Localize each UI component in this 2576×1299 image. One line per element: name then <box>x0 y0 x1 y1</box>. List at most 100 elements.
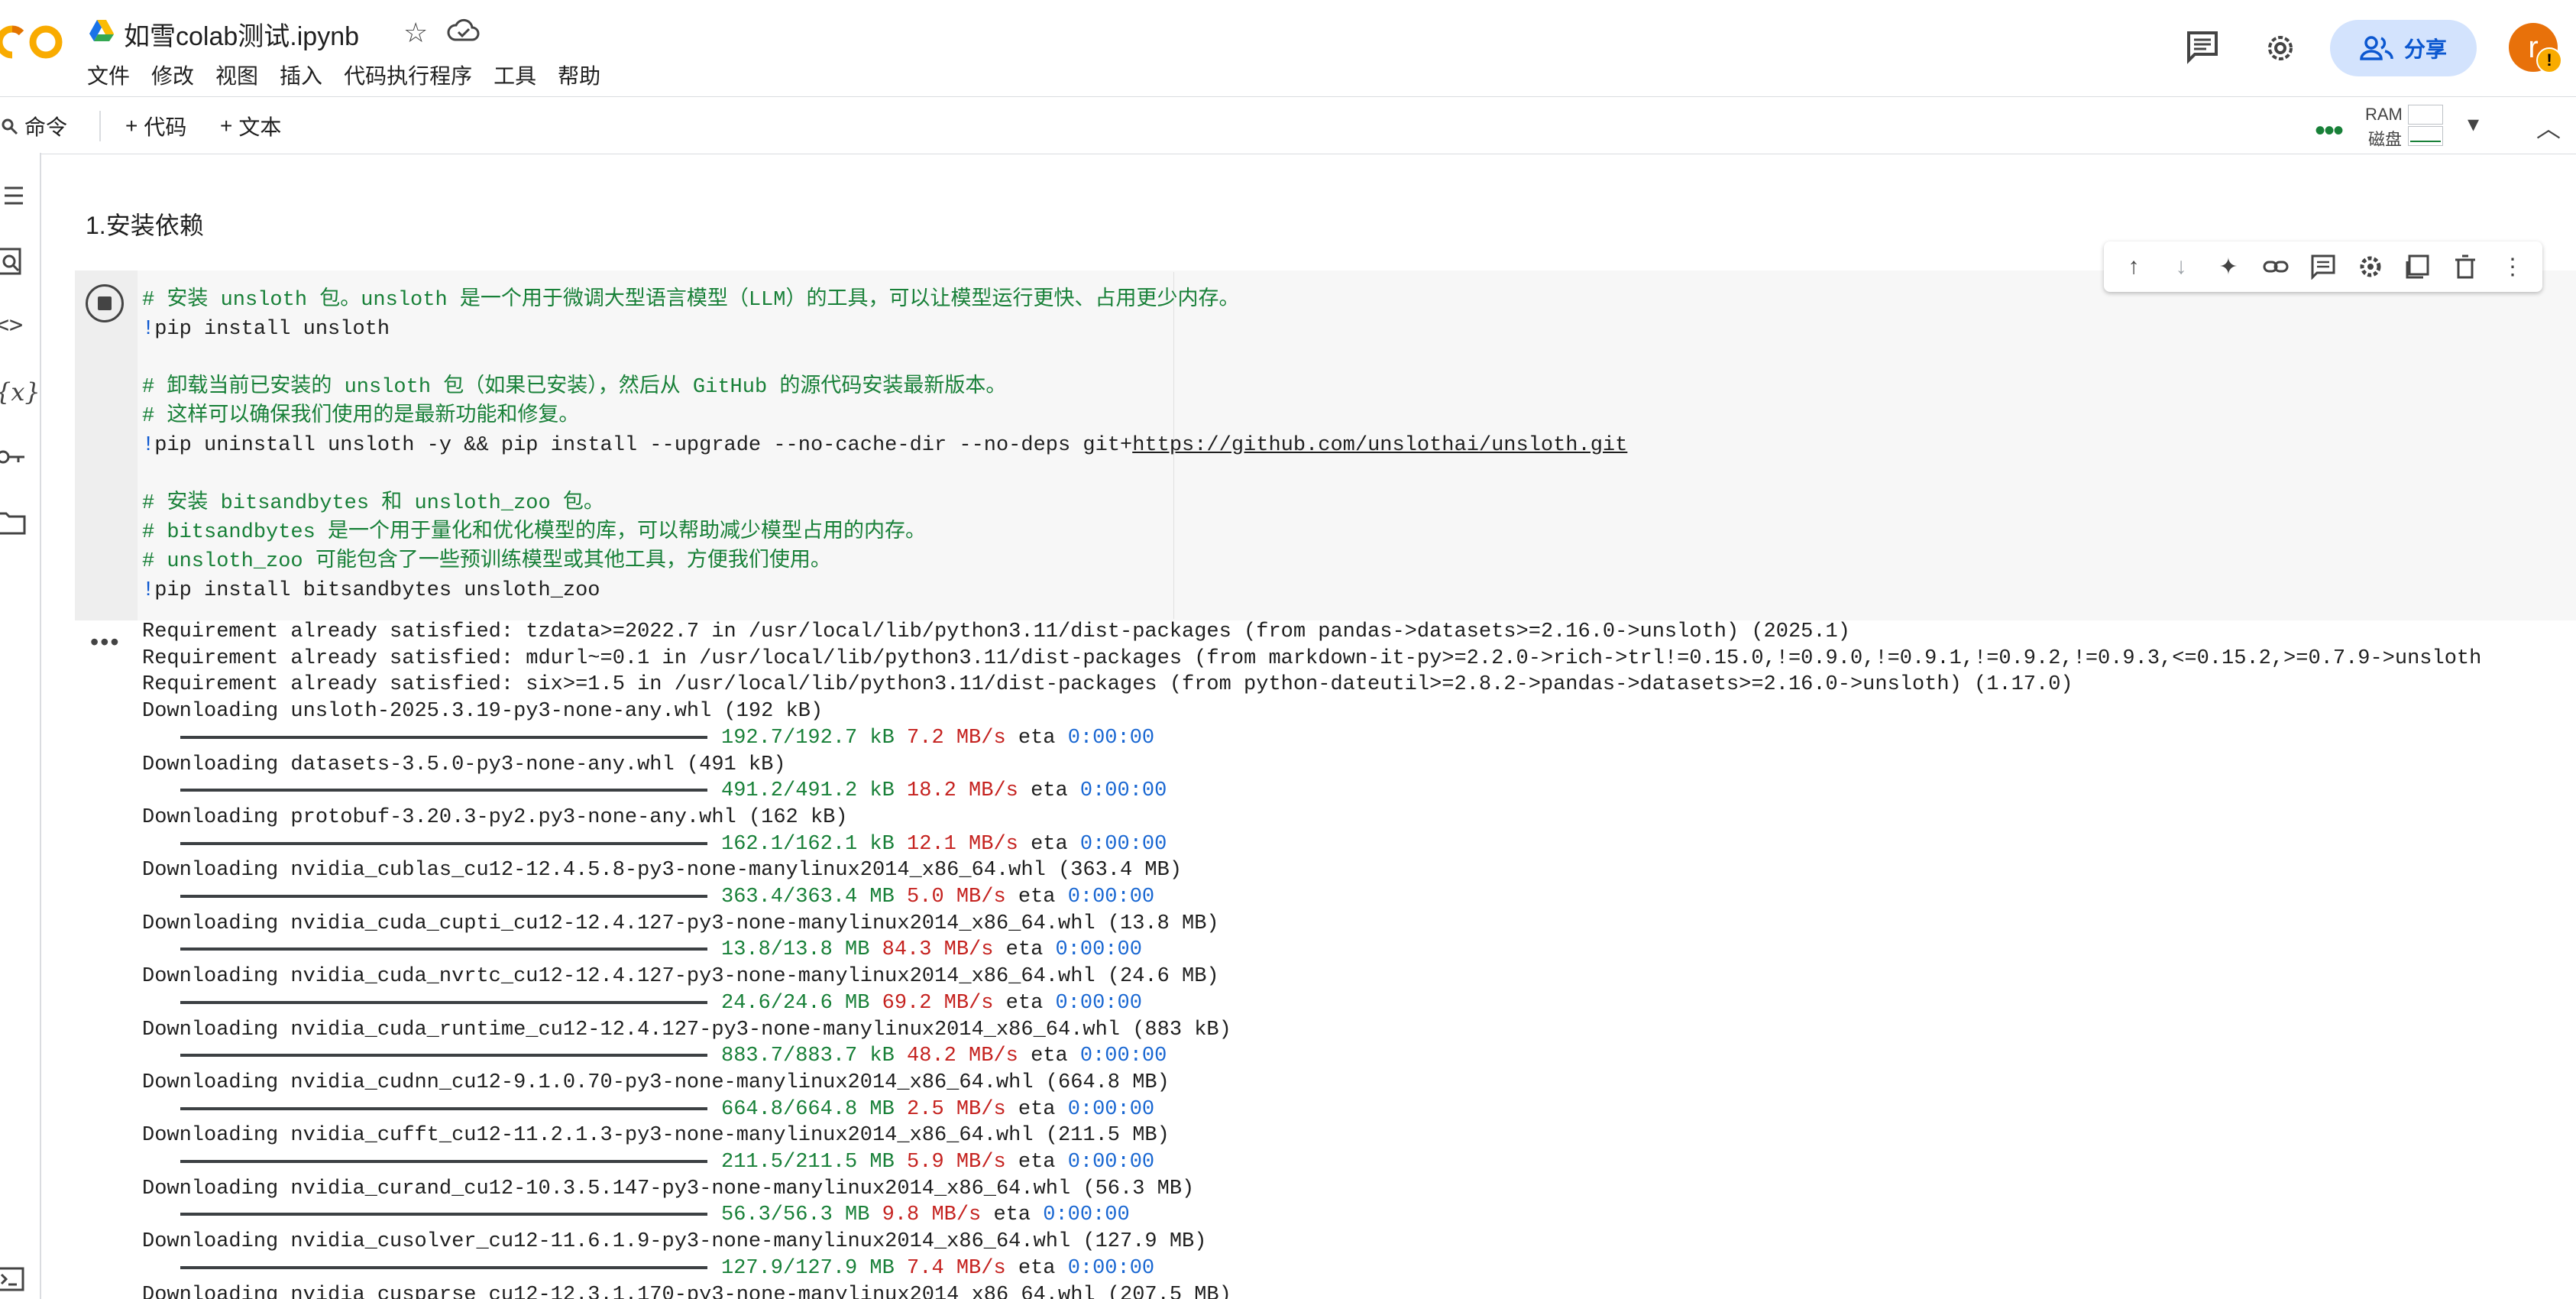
progress-line: 127.9/127.9 MB 7.4 MB/s eta 0:00:00 <box>142 1255 2576 1282</box>
output-line: Downloading datasets-3.5.0-py3-none-any.… <box>142 752 2576 779</box>
progress-line: 13.8/13.8 MB 84.3 MB/s eta 0:00:00 <box>142 937 2576 964</box>
code-editor[interactable]: # 安装 unsloth 包。unsloth 是一个用于微调大型语言模型（LLM… <box>142 286 1627 605</box>
progress-line: 162.1/162.1 kB 12.1 MB/s eta 0:00:00 <box>142 831 2576 858</box>
eta-value: 0:00:00 <box>1067 726 1155 750</box>
progress-line: 56.3/56.3 MB 9.8 MB/s eta 0:00:00 <box>142 1202 2576 1229</box>
warning-badge: ! <box>2536 47 2562 73</box>
disk-meter[interactable] <box>2408 126 2443 146</box>
output-line: Downloading nvidia_cuda_runtime_cu12-12.… <box>142 1017 2576 1044</box>
code-comment: # bitsandbytes 是一个用于量化和优化模型的库，可以帮助减少模型占用… <box>142 521 927 544</box>
output-line: Downloading nvidia_cusparse_cu12-12.3.1.… <box>142 1282 2576 1299</box>
progress-amount: 664.8/664.8 MB <box>721 1097 895 1121</box>
shell-bang: ! <box>142 318 155 341</box>
output-text: Requirement already satisfied: tzdata>=2… <box>142 620 1850 643</box>
add-code-label: 代码 <box>144 115 187 139</box>
search-icon <box>2 118 18 135</box>
eta-label: eta <box>1018 1256 1056 1280</box>
output-text: Requirement already satisfied: mdurl~=0.… <box>142 646 2482 670</box>
cloud-icon[interactable] <box>446 17 480 44</box>
download-rate: 7.2 MB/s <box>907 726 1006 750</box>
download-rate: 48.2 MB/s <box>907 1045 1018 1068</box>
mirror-cell-icon[interactable] <box>2405 254 2431 280</box>
delete-icon[interactable] <box>2452 254 2478 280</box>
output-text: Downloading nvidia_cuda_nvrtc_cu12-12.4.… <box>142 965 1219 989</box>
link-icon[interactable] <box>2263 254 2289 280</box>
output-line: Downloading nvidia_cudnn_cu12-9.1.0.70-p… <box>142 1070 2576 1097</box>
menu-tools[interactable]: 工具 <box>494 60 550 90</box>
section-heading[interactable]: 1.安装依赖 <box>86 206 204 241</box>
left-sidebar: <> {x} <box>0 153 41 1299</box>
find-replace-icon[interactable] <box>0 246 26 277</box>
cell-output: Requirement already satisfied: tzdata>=2… <box>142 619 2576 1299</box>
notebook-title[interactable]: 如雪colab测试.ipynb <box>124 15 359 53</box>
download-progress-bar <box>180 735 707 739</box>
move-up-icon[interactable]: ↑ <box>2121 254 2147 280</box>
command-palette-button[interactable]: 命令 <box>2 111 67 141</box>
stop-execution-button[interactable] <box>86 284 124 322</box>
output-line: Requirement already satisfied: tzdata>=2… <box>142 619 2576 646</box>
output-line: Downloading unsloth-2025.3.19-py3-none-a… <box>142 698 2576 725</box>
code-line: # 卸载当前已安装的 unsloth 包（如果已安装），然后从 GitHub 的… <box>142 373 1627 402</box>
download-rate: 69.2 MB/s <box>882 991 994 1015</box>
code-line: # unsloth_zoo 可能包含了一些预训练模型或其他工具，方便我们使用。 <box>142 547 1627 576</box>
progress-line: 192.7/192.7 kB 7.2 MB/s eta 0:00:00 <box>142 725 2576 752</box>
toc-icon[interactable] <box>0 180 26 211</box>
key-icon[interactable] <box>0 442 26 472</box>
code-snippets-icon[interactable]: <> <box>0 312 26 342</box>
eta-label: eta <box>1031 1045 1068 1068</box>
caret-down-icon[interactable]: ▾ <box>2468 111 2479 138</box>
progress-amount: 883.7/883.7 kB <box>721 1045 895 1068</box>
output-line: Downloading nvidia_cusolver_cu12-11.6.1.… <box>142 1229 2576 1255</box>
ram-label: RAM <box>2365 105 2403 124</box>
output-actions-icon[interactable]: ••• <box>90 628 121 656</box>
menu-insert[interactable]: 插入 <box>280 60 336 90</box>
gear-icon[interactable] <box>2261 29 2299 67</box>
progress-amount: 127.9/127.9 MB <box>721 1256 895 1280</box>
more-vert-icon[interactable]: ⋮ <box>2500 254 2526 280</box>
output-text: Downloading unsloth-2025.3.19-py3-none-a… <box>142 700 824 724</box>
comment-icon[interactable] <box>2310 254 2336 280</box>
menu-view[interactable]: 视图 <box>215 60 272 90</box>
ram-meter[interactable] <box>2408 105 2443 125</box>
eta-value: 0:00:00 <box>1055 991 1142 1015</box>
terminal-icon[interactable] <box>0 1264 26 1294</box>
download-progress-bar <box>180 1159 707 1163</box>
sparkle-icon[interactable]: ✦ <box>2215 254 2241 280</box>
code-line: # 这样可以确保我们使用的是最新功能和修复。 <box>142 402 1627 431</box>
gear-icon[interactable] <box>2358 254 2383 280</box>
move-down-icon[interactable]: ↓ <box>2168 254 2194 280</box>
progress-amount: 24.6/24.6 MB <box>721 991 870 1015</box>
star-icon[interactable]: ☆ <box>403 17 428 49</box>
progress-amount: 491.2/491.2 kB <box>721 779 895 803</box>
code-comment: # unsloth_zoo 可能包含了一些预训练模型或其他工具，方便我们使用。 <box>142 550 831 573</box>
add-code-button[interactable]: + 代码 <box>125 111 186 141</box>
variables-icon[interactable]: {x} <box>0 377 40 408</box>
output-line: Requirement already satisfied: mdurl~=0.… <box>142 646 2576 672</box>
menu-runtime[interactable]: 代码执行程序 <box>344 60 486 90</box>
download-rate: 5.9 MB/s <box>907 1151 1006 1174</box>
folder-icon[interactable] <box>0 507 26 538</box>
colab-logo[interactable] <box>0 15 70 69</box>
menu-help[interactable]: 帮助 <box>558 60 614 90</box>
output-line: Requirement already satisfied: six>=1.5 … <box>142 672 2576 698</box>
drive-icon[interactable] <box>89 18 115 43</box>
chevron-up-icon[interactable]: ︿ <box>2536 109 2561 144</box>
comment-icon[interactable] <box>2185 29 2220 64</box>
code-link[interactable]: https://github.com/unslothai/unsloth.git <box>1132 434 1627 457</box>
top-header: 如雪colab测试.ipynb ☆ 文件 修改 视图 插入 代码执行程序 工具 … <box>0 0 2576 96</box>
share-button[interactable]: 分享 <box>2330 20 2477 76</box>
more-dots-icon[interactable]: ••• <box>2315 114 2344 148</box>
download-progress-bar <box>180 841 707 845</box>
menu-bar: 文件 修改 视图 插入 代码执行程序 工具 帮助 <box>87 60 622 90</box>
download-rate: 2.5 MB/s <box>907 1097 1006 1121</box>
menu-file[interactable]: 文件 <box>87 60 144 90</box>
people-icon <box>2360 36 2393 60</box>
add-text-button[interactable]: + 文本 <box>220 111 281 141</box>
output-text: Downloading nvidia_cuda_runtime_cu12-12.… <box>142 1018 1231 1041</box>
output-line: Downloading nvidia_cufft_cu12-11.2.1.3-p… <box>142 1122 2576 1149</box>
code-line: !pip uninstall unsloth -y && pip install… <box>142 431 1627 460</box>
download-progress-bar <box>180 894 707 898</box>
menu-edit[interactable]: 修改 <box>151 60 208 90</box>
progress-line: 211.5/211.5 MB 5.9 MB/s eta 0:00:00 <box>142 1149 2576 1176</box>
code-comment: # 卸载当前已安装的 unsloth 包（如果已安装），然后从 GitHub 的… <box>142 376 1007 399</box>
